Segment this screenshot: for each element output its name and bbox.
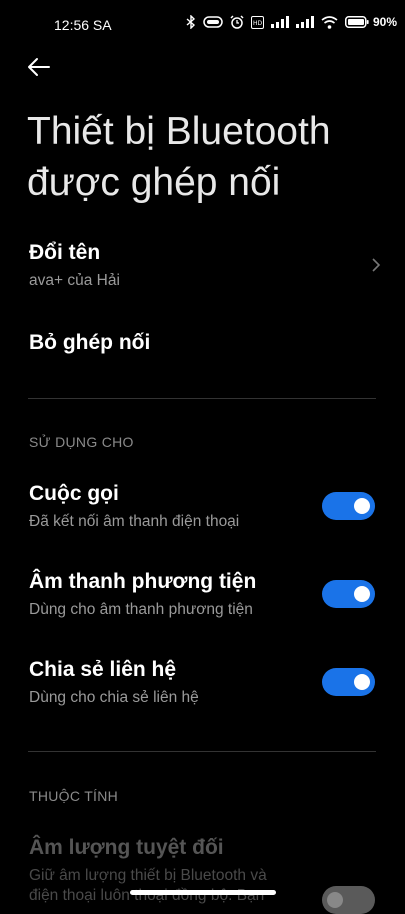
- toggle-knob: [327, 892, 343, 908]
- row-description: Dùng cho âm thanh phương tiện: [29, 601, 253, 618]
- signal-icon-sim1: [270, 16, 289, 28]
- page-title: Thiết bị Bluetooth được ghép nối: [27, 110, 331, 204]
- divider: [28, 398, 376, 399]
- row-label: Âm thanh phương tiện: [29, 570, 257, 593]
- toggle-row-media[interactable]: Âm thanh phương tiện Dùng cho âm thanh p…: [0, 566, 405, 624]
- back-button[interactable]: [26, 54, 56, 84]
- volte-icon: HD: [250, 15, 264, 29]
- bluetooth-icon: [186, 15, 195, 29]
- svg-text:HD: HD: [253, 20, 263, 27]
- battery-percentage: 90%: [372, 15, 397, 29]
- back-arrow-icon: [28, 58, 50, 76]
- headset-battery-icon: [203, 16, 223, 28]
- signal-icon-sim2: [295, 16, 314, 28]
- toggle-row-contacts[interactable]: Chia sẻ liên hệ Dùng cho chia sẻ liên hệ: [0, 654, 405, 712]
- divider: [28, 751, 376, 752]
- toggle-row-calls[interactable]: Cuộc gọi Đã kết nối âm thanh điện thoại: [0, 478, 405, 536]
- chevron-right-icon: [372, 258, 381, 272]
- unpair-item[interactable]: Bỏ ghép nối: [0, 322, 405, 366]
- rename-label: Đổi tên: [29, 241, 101, 264]
- alarm-icon: [230, 15, 244, 29]
- row-label: Cuộc gọi: [29, 482, 119, 505]
- row-description: Dùng cho chia sẻ liên hệ: [29, 689, 199, 706]
- unpair-label: Bỏ ghép nối: [29, 331, 151, 354]
- section-header-properties: THUỘC TÍNH: [29, 788, 119, 804]
- home-indicator[interactable]: [130, 890, 276, 895]
- battery-icon: [344, 16, 369, 28]
- row-label: Chia sẻ liên hệ: [29, 658, 177, 681]
- row-description: Giữ âm lượng thiết bị Bluetooth và điện …: [29, 867, 267, 904]
- media-audio-toggle[interactable]: [322, 580, 375, 608]
- toggle-knob: [354, 586, 370, 602]
- toggle-knob: [354, 498, 370, 514]
- section-header-use-for: SỬ DỤNG CHO: [29, 434, 134, 450]
- device-name: ava+ của Hải: [29, 272, 120, 289]
- wifi-icon: [321, 15, 338, 29]
- row-description: Đã kết nối âm thanh điện thoại: [29, 513, 240, 530]
- status-time: 12:56 SA: [54, 17, 112, 33]
- calls-toggle[interactable]: [322, 492, 375, 520]
- contact-sharing-toggle[interactable]: [322, 668, 375, 696]
- toggle-knob: [354, 674, 370, 690]
- status-bar: 12:56 SA HD 90%: [0, 0, 405, 52]
- absolute-volume-toggle[interactable]: [322, 886, 375, 914]
- row-label: Âm lượng tuyệt đối: [29, 836, 224, 859]
- rename-item[interactable]: Đổi tên ava+ của Hải: [0, 235, 405, 301]
